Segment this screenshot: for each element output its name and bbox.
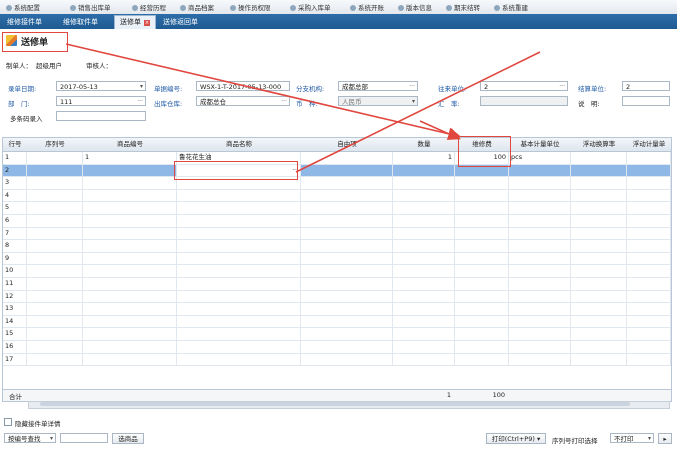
select-goods-button[interactable]: 选商品	[112, 433, 144, 444]
hide-detail-label: 隐藏接件单详情	[15, 420, 61, 428]
serial-print-select[interactable]: 不打印 ▾	[610, 433, 654, 443]
annotation-arrow	[65, 43, 541, 173]
hide-detail-checkbox[interactable]	[4, 418, 12, 426]
chevron-down-icon[interactable]: ▾	[648, 434, 651, 442]
search-mode-select[interactable]: 按编号查找 ▾	[4, 433, 56, 443]
chevron-down-icon[interactable]: ▾	[50, 434, 53, 442]
search-input[interactable]	[60, 433, 108, 443]
print-options-button[interactable]: ▸	[658, 433, 672, 444]
serial-print-label: 序列号打印选择	[552, 437, 598, 445]
print-button[interactable]: 打印(Ctrl+P9) ▾	[486, 433, 546, 444]
